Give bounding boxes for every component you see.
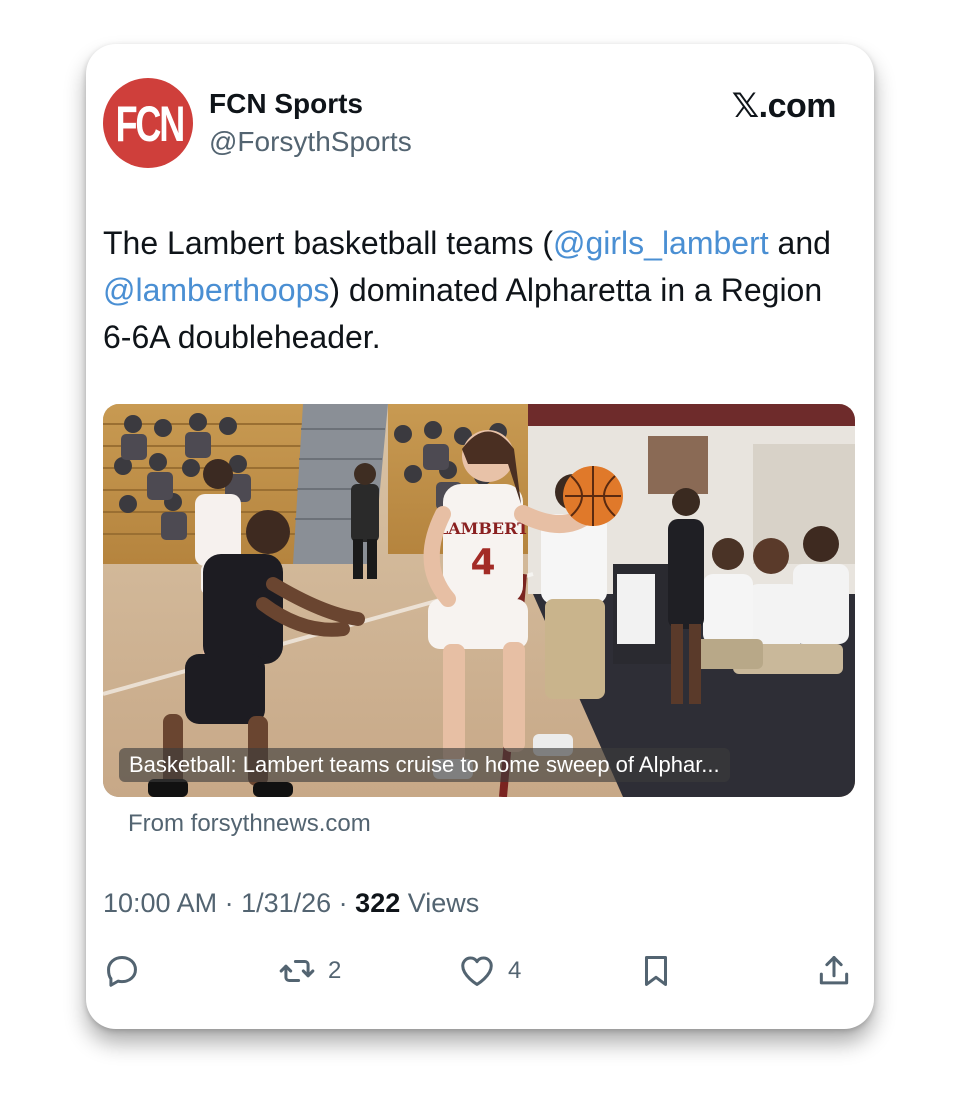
views-count: 322 (355, 888, 401, 918)
tweet-date[interactable]: 1/31/26 (241, 888, 331, 918)
bookmark-button[interactable] (637, 949, 675, 993)
svg-text:4: 4 (470, 542, 495, 583)
heart-icon (461, 956, 493, 986)
tweet-text-part: and (768, 225, 831, 261)
tweet-time[interactable]: 10:00 AM (103, 888, 217, 918)
tweet-card: FCN FCN Sports @ForsythSports 𝕏.com The … (86, 44, 874, 1029)
like-button[interactable]: 4 (458, 949, 521, 993)
basketball-photo: LAMBERT 4 (103, 404, 855, 797)
share-button[interactable] (815, 949, 853, 993)
repost-button[interactable]: 2 (278, 949, 341, 993)
views-label: Views (400, 888, 480, 918)
meta-separator: · (217, 888, 242, 918)
mention-link[interactable]: @lamberthoops (103, 272, 329, 308)
avatar-logo-text: FCN (115, 96, 186, 152)
x-logo-icon: 𝕏 (731, 86, 759, 126)
avatar[interactable]: FCN (103, 78, 193, 168)
x-logo-label: .com (758, 87, 837, 125)
link-source[interactable]: From forsythnews.com (128, 810, 371, 838)
bookmark-icon (644, 956, 668, 986)
tweet-meta: 10:00 AM · 1/31/26 · 322 Views (103, 888, 479, 919)
handle[interactable]: @ForsythSports (209, 126, 412, 158)
tweet-text-part: The Lambert basketball teams ( (103, 225, 553, 261)
x-logo[interactable]: 𝕏.com (731, 86, 837, 126)
display-name[interactable]: FCN Sports (209, 88, 363, 120)
mention-link[interactable]: @girls_lambert (553, 225, 769, 261)
meta-separator: · (331, 888, 356, 918)
repost-icon (279, 959, 315, 983)
reply-icon (107, 956, 137, 987)
action-bar: 2 4 (103, 949, 855, 993)
repost-count: 2 (328, 957, 342, 984)
reply-button[interactable] (103, 949, 141, 993)
like-count: 4 (508, 957, 522, 984)
link-card-image[interactable]: LAMBERT 4 Basketball: Lambert teams crui… (103, 404, 855, 797)
share-icon (819, 956, 849, 985)
link-card-caption[interactable]: Basketball: Lambert teams cruise to home… (119, 748, 730, 782)
svg-text:LAMBERT: LAMBERT (437, 519, 529, 538)
tweet-text: The Lambert basketball teams (@girls_lam… (103, 220, 853, 361)
